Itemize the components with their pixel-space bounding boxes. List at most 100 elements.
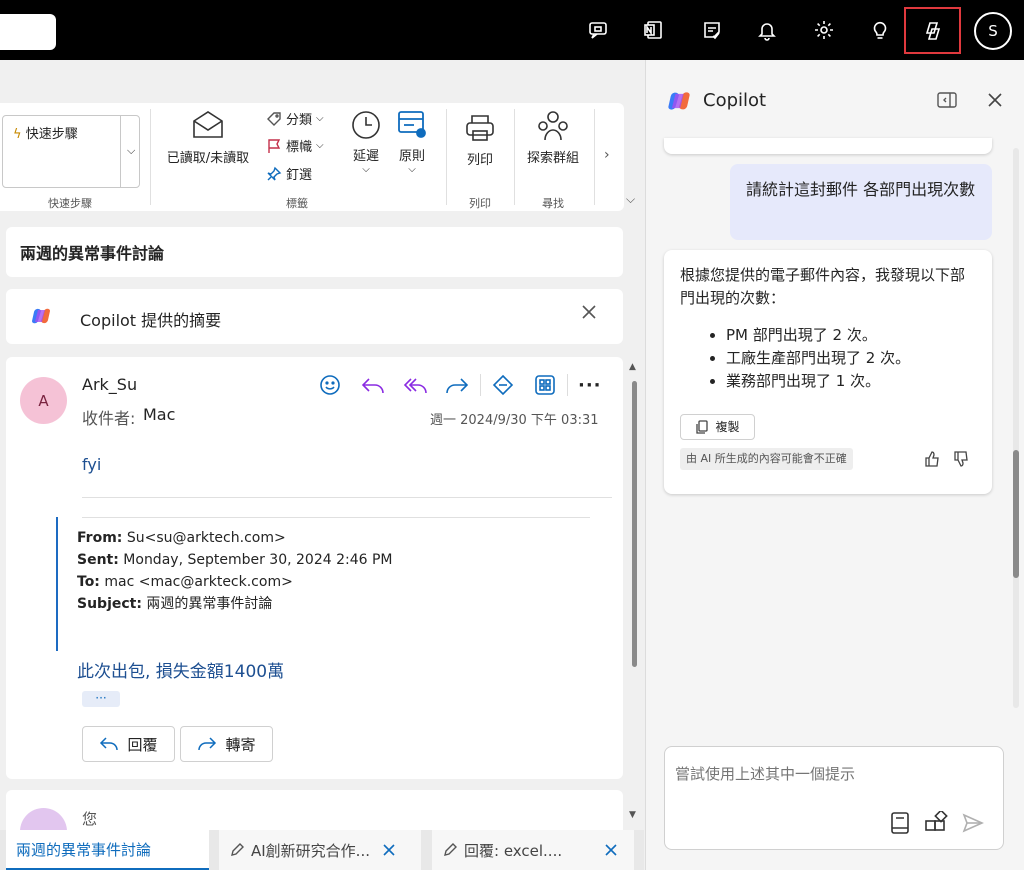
body-intro: fyi <box>82 455 102 474</box>
pin-icon <box>266 166 282 182</box>
scroll-up-icon[interactable]: ▲ <box>629 362 636 372</box>
thumbs-down-icon[interactable] <box>953 450 971 468</box>
bell-icon[interactable] <box>753 16 781 44</box>
prompt-input[interactable] <box>675 761 985 787</box>
emoji-reaction-icon[interactable] <box>318 373 342 397</box>
prompt-library-icon[interactable] <box>889 811 911 835</box>
close-icon[interactable] <box>604 843 618 857</box>
copilot-title: Copilot <box>703 90 767 111</box>
quote-bar <box>56 517 58 651</box>
tab-label: AI創新研究合作... <box>251 841 370 860</box>
tab-item[interactable]: AI創新研究合作... <box>219 830 421 870</box>
copy-button[interactable]: 複製 <box>680 414 755 440</box>
dock-pane-icon[interactable] <box>937 91 957 109</box>
find-group-label: 尋找 <box>542 197 564 210</box>
divider <box>446 109 447 205</box>
scroll-down-icon[interactable]: ▼ <box>629 810 636 820</box>
pin-label: 釘選 <box>286 168 313 183</box>
print-button[interactable]: 列印 <box>458 113 502 168</box>
close-icon[interactable] <box>986 91 1004 109</box>
reply-label: 回覆 <box>127 735 158 754</box>
chat-feedback-icon[interactable] <box>584 16 612 44</box>
chevron-down-icon: ⌵ <box>316 140 324 151</box>
scrollbar[interactable] <box>632 381 637 667</box>
copilot-pane: Copilot 請統計這封郵件 各部門出現次數 根據您提供的電子郵件內容，我發現… <box>645 60 1024 870</box>
apps-grid-icon[interactable] <box>533 373 557 397</box>
onenote-icon[interactable] <box>640 16 668 44</box>
copy-label: 複製 <box>715 419 740 434</box>
copilot-composer[interactable] <box>664 746 1004 850</box>
scrollbar[interactable] <box>1013 450 1019 578</box>
chevron-down-icon: ⌵ <box>362 164 370 175</box>
divider <box>82 517 590 518</box>
lightbulb-icon[interactable] <box>866 16 894 44</box>
recipient-name[interactable]: Mac <box>143 405 175 424</box>
ribbon-expand-chevron-icon[interactable]: ⌵ <box>626 192 635 207</box>
show-more-button[interactable]: ··· <box>82 691 120 707</box>
apps-add-icon[interactable] <box>924 811 948 835</box>
forward-button[interactable]: 轉寄 <box>180 726 273 762</box>
snooze-label: 延遲 <box>352 149 379 164</box>
people-group-icon <box>536 109 570 143</box>
pencil-icon <box>442 842 458 858</box>
flag-button[interactable]: 標幟 ⌵ <box>266 136 324 155</box>
ai-list-item: 業務部門出現了 1 次。 <box>726 370 976 393</box>
body-text: 此次出包, 損失金額1400萬 <box>77 662 285 682</box>
pin-button[interactable]: 釘選 <box>266 164 312 183</box>
user-avatar[interactable]: S <box>974 12 1012 50</box>
forward-icon[interactable] <box>444 373 470 397</box>
tab-item[interactable]: 回覆: excel.... <box>432 830 634 870</box>
message-subject: 兩週的異常事件討論 <box>6 227 623 277</box>
ai-list-item: PM 部門出現了 2 次。 <box>726 324 976 347</box>
quick-steps-box[interactable]: ϟ 快速步驟 ⌵ <box>2 115 140 188</box>
quick-steps-item[interactable]: ϟ 快速步驟 <box>3 116 121 187</box>
previous-message-edge <box>664 138 992 154</box>
summary-label: Copilot 提供的摘要 <box>80 311 222 330</box>
thumbs-up-icon[interactable] <box>924 450 942 468</box>
reply-icon[interactable] <box>360 373 386 397</box>
sender-name[interactable]: Ark_Su <box>82 375 137 394</box>
printer-icon <box>464 113 496 143</box>
snooze-button[interactable]: 延遲 ⌵ <box>348 109 384 175</box>
reply-all-icon[interactable] <box>402 373 428 397</box>
read-unread-button[interactable]: 已讀取/未讀取 <box>162 109 254 166</box>
flag-icon <box>266 138 282 154</box>
copilot-button[interactable] <box>904 7 961 54</box>
search-box[interactable] <box>0 14 56 50</box>
ribbon-scroll-right-icon[interactable]: › <box>604 147 610 163</box>
reply-icon <box>99 736 119 752</box>
ai-response-bubble: 根據您提供的電子郵件內容，我發現以下部門出現的次數： PM 部門出現了 2 次。… <box>664 250 992 494</box>
divider <box>514 109 515 205</box>
close-icon[interactable] <box>580 303 598 321</box>
discover-groups-button[interactable]: 探索群組 <box>524 109 582 166</box>
user-prompt-bubble: 請統計這封郵件 各部門出現次數 <box>730 164 992 240</box>
copy-icon <box>695 420 709 434</box>
tab-label: 回覆: excel.... <box>464 841 563 860</box>
reply-button[interactable]: 回覆 <box>82 726 175 762</box>
tab-item[interactable]: 兩週的異常事件討論 <box>6 830 209 870</box>
divider <box>82 497 612 498</box>
read-unread-label: 已讀取/未讀取 <box>166 151 250 166</box>
sender-avatar[interactable]: A <box>20 377 67 424</box>
close-icon[interactable] <box>382 843 396 857</box>
chevron-down-icon[interactable]: ⌵ <box>127 144 135 158</box>
sticky-tag-icon[interactable] <box>491 373 515 397</box>
forward-label: 轉寄 <box>225 735 256 754</box>
gear-icon[interactable] <box>810 16 838 44</box>
more-options-icon[interactable]: ··· <box>578 375 602 396</box>
discover-groups-label: 探索群組 <box>526 151 579 166</box>
rules-button[interactable]: 原則 ⌵ <box>394 109 430 175</box>
todo-icon[interactable] <box>698 16 726 44</box>
copilot-icon <box>921 19 945 43</box>
next-message-card[interactable]: 您 <box>6 790 623 855</box>
open-items-tabs: 兩週的異常事件討論 AI創新研究合作... 回覆: excel.... <box>0 830 644 870</box>
copilot-summary-bar[interactable]: Copilot 提供的摘要 <box>6 289 623 344</box>
sent-line: Sent: Monday, September 30, 2024 2:46 PM <box>77 552 393 568</box>
rules-icon <box>396 109 428 141</box>
ribbon-toolbar: ϟ 快速步驟 ⌵ 快速步驟 已讀取/未讀取 分類 ⌵ 標幟 ⌵ 釘選 延遲 ⌵ … <box>0 103 624 211</box>
send-icon[interactable] <box>961 811 985 835</box>
lightning-icon: ϟ <box>13 127 22 142</box>
chevron-down-icon: ⌵ <box>316 113 324 124</box>
categorize-button[interactable]: 分類 ⌵ <box>266 109 324 128</box>
to-label: 收件者: <box>82 409 136 428</box>
